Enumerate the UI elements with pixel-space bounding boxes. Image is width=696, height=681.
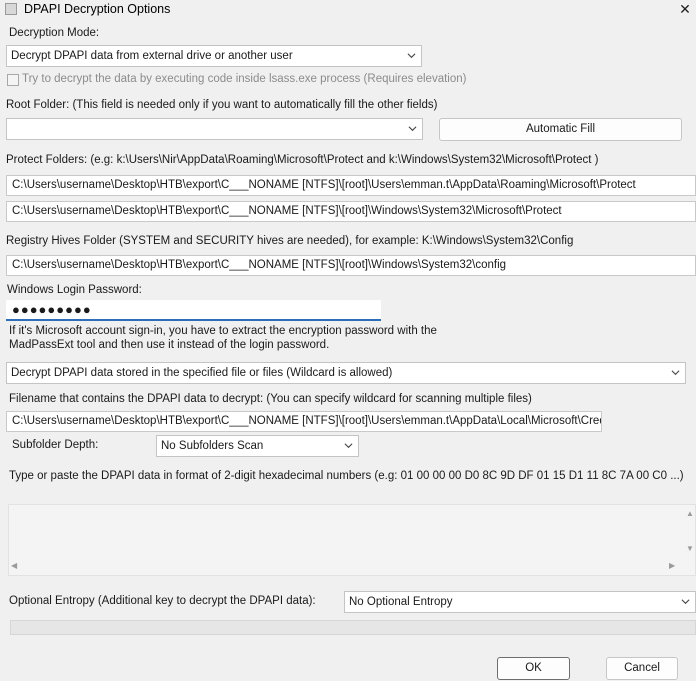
hex-data-textarea[interactable]: [8, 504, 696, 576]
root-folder-select[interactable]: [6, 118, 423, 140]
lsass-checkbox[interactable]: [7, 74, 19, 86]
cancel-button[interactable]: Cancel: [606, 657, 678, 680]
chevron-down-icon: [408, 126, 417, 132]
decryption-mode-select[interactable]: Decrypt DPAPI data from external drive o…: [6, 45, 422, 67]
scroll-up-icon[interactable]: ▲: [686, 509, 694, 518]
window-title: DPAPI Decryption Options: [24, 2, 171, 16]
password-note-line-2: MadPassExt tool and then use it instead …: [9, 339, 330, 351]
chevron-down-icon: [344, 443, 353, 449]
chevron-down-icon: [681, 599, 690, 605]
registry-hives-label: Registry Hives Folder (SYSTEM and SECURI…: [6, 235, 574, 247]
registry-hives-field[interactable]: C:\Users\username\Desktop\HTB\export\C__…: [6, 255, 696, 276]
protect-folders-label: Protect Folders: (e.g: k:\Users\Nir\AppD…: [6, 154, 599, 166]
decryption-mode-value: Decrypt DPAPI data from external drive o…: [11, 50, 293, 62]
root-folder-label: Root Folder: (This field is needed only …: [6, 99, 438, 111]
chevron-down-icon: [407, 53, 416, 59]
decryption-mode-label: Decryption Mode:: [9, 27, 100, 39]
scroll-left-icon[interactable]: ◀: [11, 561, 17, 570]
data-source-value: Decrypt DPAPI data stored in the specifi…: [11, 367, 393, 379]
scroll-right-icon[interactable]: ▶: [669, 561, 675, 570]
login-password-label: Windows Login Password:: [7, 284, 142, 296]
entropy-value: No Optional Entropy: [349, 596, 453, 608]
hex-data-label: Type or paste the DPAPI data in format o…: [9, 470, 684, 482]
dpapi-file-field[interactable]: C:\Users\username\Desktop\HTB\export\C__…: [6, 411, 602, 432]
automatic-fill-button[interactable]: Automatic Fill: [439, 118, 682, 141]
protect-folder-field-1[interactable]: C:\Users\username\Desktop\HTB\export\C__…: [6, 175, 696, 196]
entropy-progress-bar: [10, 620, 696, 635]
subfolder-depth-label: Subfolder Depth:: [12, 439, 99, 451]
app-icon: [5, 3, 17, 15]
password-note-line-1: If it's Microsoft account sign-in, you h…: [9, 325, 437, 337]
ok-button[interactable]: OK: [497, 657, 570, 680]
dpapi-file-label: Filename that contains the DPAPI data to…: [9, 393, 532, 405]
protect-folder-field-2[interactable]: C:\Users\username\Desktop\HTB\export\C__…: [6, 201, 696, 222]
lsass-checkbox-label: Try to decrypt the data by executing cod…: [22, 73, 467, 85]
chevron-down-icon: [671, 370, 680, 376]
scroll-down-icon[interactable]: ▼: [686, 544, 694, 553]
close-icon[interactable]: ✕: [675, 0, 695, 18]
entropy-label: Optional Entropy (Additional key to decr…: [9, 595, 316, 607]
entropy-select[interactable]: No Optional Entropy: [344, 591, 696, 613]
subfolder-depth-select[interactable]: No Subfolders Scan: [156, 435, 359, 457]
subfolder-depth-value: No Subfolders Scan: [161, 440, 264, 452]
login-password-field[interactable]: ●●●●●●●●●: [6, 300, 381, 321]
data-source-select[interactable]: Decrypt DPAPI data stored in the specifi…: [6, 362, 686, 384]
